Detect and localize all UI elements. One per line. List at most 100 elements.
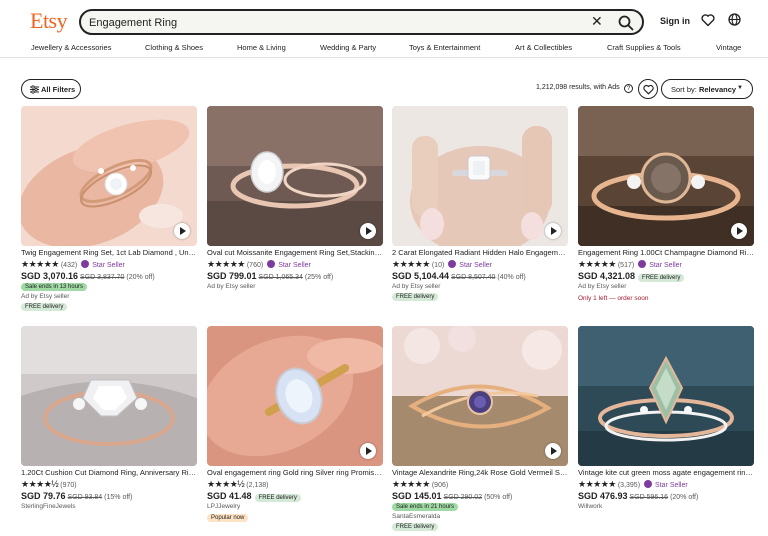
product-card[interactable]: Oval cut Moissanite Engagement Ring Set,… — [207, 106, 383, 316]
delivery-badge: FREE delivery — [392, 293, 439, 301]
play-video-icon[interactable] — [731, 223, 747, 239]
product-title[interactable]: Twig Engagement Ring Set, 1ct Lab Diamon… — [21, 248, 197, 257]
sort-prefix: Sort by: — [671, 85, 699, 94]
product-title[interactable]: 1.20Ct Cushion Cut Diamond Ring, Anniver… — [21, 468, 197, 477]
all-filters-button[interactable]: All Filters — [21, 79, 81, 99]
star-rating: ★★★★★ — [578, 259, 616, 269]
review-count: (906) — [431, 482, 449, 489]
search-icon[interactable] — [617, 14, 635, 32]
heart-icon[interactable] — [701, 13, 715, 27]
product-title[interactable]: Oval cut Moissanite Engagement Ring Set,… — [207, 248, 383, 257]
product-card[interactable]: Vintage Alexandrite Ring,24k Rose Gold V… — [392, 326, 568, 536]
category-link[interactable]: Wedding & Party — [320, 43, 376, 52]
play-video-icon[interactable] — [174, 223, 190, 239]
stock-notice: Only 1 left — order soon — [578, 295, 649, 302]
product-title[interactable]: Engagement Ring 1.00Ct Champagne Diamond… — [578, 248, 754, 257]
delivery-badge: FREE delivery — [638, 274, 685, 282]
original-price: SGD 290.02 — [443, 494, 483, 501]
star-rating: ★★★★★ — [578, 479, 616, 489]
globe-icon[interactable] — [728, 13, 741, 26]
product-card[interactable]: Oval engagement ring Gold ring Silver ri… — [207, 326, 383, 536]
product-image[interactable] — [392, 326, 568, 466]
product-image[interactable] — [578, 106, 754, 246]
ad-line: Ad by Etsy seller — [392, 283, 441, 290]
rating: ★★★★★ (906) — [392, 479, 448, 489]
discount: (15% off) — [104, 494, 133, 501]
original-price: SGD 3,837.70 — [80, 274, 125, 281]
review-count: (970) — [60, 482, 77, 489]
price-row: SGD 79.76 SGD 93.84 (15% off) — [21, 491, 132, 501]
product-card[interactable]: Vintage kite cut green moss agate engage… — [578, 326, 754, 536]
delivery-badge: FREE delivery — [254, 494, 301, 502]
play-video-icon[interactable] — [360, 223, 376, 239]
category-link[interactable]: Jewellery & Accessories — [31, 43, 111, 52]
star-rating: ★★★★★ — [392, 259, 430, 269]
product-title[interactable]: Vintage kite cut green moss agate engage… — [578, 468, 754, 477]
original-price: SGD 596.16 — [629, 494, 669, 501]
rating: ★★★★★ (432) Star Seller — [21, 259, 125, 269]
ad-line: Ad by Etsy seller — [21, 293, 70, 300]
search-bar[interactable]: ✕ — [79, 9, 644, 35]
sale-badge: Sale ends in 13 hours — [21, 283, 88, 291]
product-image[interactable] — [578, 326, 754, 466]
play-video-icon[interactable] — [545, 223, 561, 239]
review-count: (2,138) — [246, 482, 269, 489]
product-title[interactable]: Oval engagement ring Gold ring Silver ri… — [207, 468, 383, 477]
star-rating: ★★★★½ — [207, 479, 245, 489]
price: SGD 799.01 — [207, 271, 257, 281]
price-row: SGD 476.93 SGD 596.16 (20% off) — [578, 491, 698, 501]
category-link[interactable]: Art & Collectibles — [515, 43, 572, 52]
price: SGD 5,104.44 — [392, 271, 450, 281]
sort-dropdown[interactable]: Sort by: Relevancy ▼ — [661, 79, 753, 99]
product-title[interactable]: Vintage Alexandrite Ring,24k Rose Gold V… — [392, 468, 568, 477]
etsy-logo[interactable]: Etsy — [30, 8, 68, 34]
discount: (50% off) — [484, 494, 513, 501]
product-card[interactable]: Twig Engagement Ring Set, 1ct Lab Diamon… — [21, 106, 197, 316]
category-link[interactable]: Home & Living — [237, 43, 286, 52]
close-icon[interactable]: ✕ — [591, 13, 603, 30]
ad-line: Ad by Etsy seller — [578, 283, 627, 290]
rating: ★★★★★ (760) Star Seller — [207, 259, 311, 269]
category-nav: Jewellery & Accessories Clothing & Shoes… — [0, 40, 768, 58]
save-search-button[interactable] — [638, 79, 658, 99]
play-video-icon[interactable] — [545, 443, 561, 459]
category-link[interactable]: Toys & Entertainment — [409, 43, 480, 52]
review-count: (760) — [246, 262, 264, 269]
rating: ★★★★★ (517) Star Seller — [578, 259, 682, 269]
sort-value: Relevancy — [698, 85, 737, 94]
price-row: SGD 5,104.44 SGD 8,507.40 (40% off) — [392, 271, 526, 281]
star-rating: ★★★★½ — [21, 479, 59, 489]
product-card[interactable]: 1.20Ct Cushion Cut Diamond Ring, Anniver… — [21, 326, 197, 536]
category-link[interactable]: Clothing & Shoes — [145, 43, 203, 52]
product-card[interactable]: 2 Carat Elongated Radiant Hidden Halo En… — [392, 106, 568, 316]
sign-in-link[interactable]: Sign in — [660, 16, 690, 26]
rating: ★★★★½ (970) — [21, 479, 77, 489]
star-rating: ★★★★★ — [207, 259, 245, 269]
product-image[interactable] — [392, 106, 568, 246]
product-image[interactable] — [207, 106, 383, 246]
product-image[interactable] — [21, 326, 197, 466]
original-price: SGD 1,065.34 — [258, 274, 303, 281]
shop-name[interactable]: Willwork — [578, 503, 602, 510]
product-title[interactable]: 2 Carat Elongated Radiant Hidden Halo En… — [392, 248, 568, 257]
star-seller-icon — [267, 260, 276, 268]
star-rating: ★★★★★ — [392, 479, 430, 489]
discount: (40% off) — [497, 274, 526, 281]
star-seller-icon — [638, 260, 647, 268]
product-card[interactable]: Engagement Ring 1.00Ct Champagne Diamond… — [578, 106, 754, 316]
shop-name[interactable]: SantaEsmeralda — [392, 513, 440, 520]
category-link[interactable]: Craft Supplies & Tools — [607, 43, 681, 52]
product-image[interactable] — [21, 106, 197, 246]
info-icon[interactable]: ? — [624, 84, 633, 93]
search-input[interactable] — [89, 15, 569, 31]
product-image[interactable] — [207, 326, 383, 466]
review-count: (10) — [431, 262, 445, 269]
star-seller-icon — [81, 260, 90, 268]
discount: (25% off) — [304, 274, 334, 281]
category-link[interactable]: Vintage — [716, 43, 741, 52]
shop-name[interactable]: SterlingFineJewels — [21, 503, 76, 510]
play-video-icon[interactable] — [360, 443, 376, 459]
price: SGD 4,321.08 — [578, 271, 636, 281]
price: SGD 3,070.16 — [21, 271, 79, 281]
shop-name[interactable]: LPJJewelry — [207, 503, 240, 510]
